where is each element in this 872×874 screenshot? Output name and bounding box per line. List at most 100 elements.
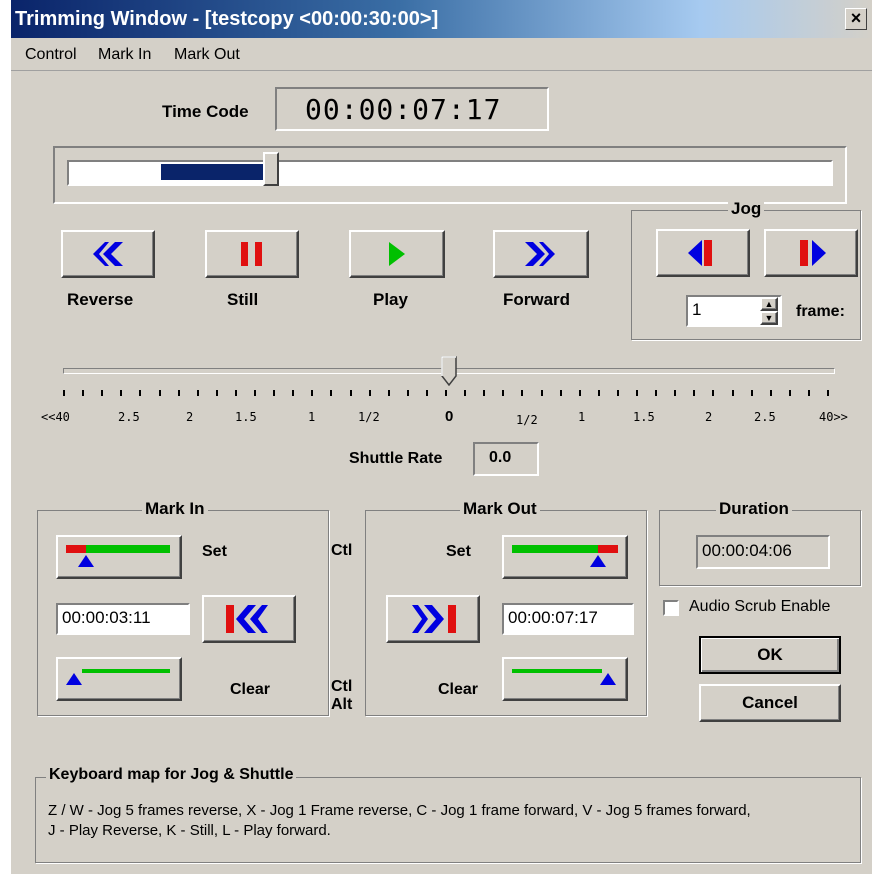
shuttle-tick [139,390,141,396]
dialog-body: Time Code 00:00:07:17 Reverse Still Play… [11,72,872,874]
shuttle-tick [254,390,256,396]
mark-in-timecode-value: 00:00:03:11 [62,608,151,627]
jog-frames-value: 1 [692,300,702,319]
jog-back-button[interactable] [656,229,750,277]
shuttle-rate-label: Shuttle Rate [349,450,443,467]
ok-button[interactable]: OK [699,636,841,674]
scale-label: 1 [578,410,586,424]
shuttle-slider-thumb[interactable] [441,356,457,387]
go-to-mark-in-button[interactable] [202,595,296,643]
position-slider-fill [161,164,263,180]
menu-mark-out[interactable]: Mark Out [174,46,240,64]
shuttle-tick [159,390,161,396]
cancel-label: Cancel [742,693,798,712]
audio-scrub-checkbox[interactable] [663,600,679,616]
scale-label: 0 [445,408,454,425]
scale-label: 1.5 [633,410,655,424]
scale-label: 2 [186,410,194,424]
shuttle-tick [770,390,772,396]
trimming-window: Trimming Window - [testcopy <00:00:30:00… [10,0,872,874]
shuttle-tick [311,390,313,396]
spin-down-icon[interactable]: ▼ [760,311,778,325]
ctl-label: Ctl [331,542,353,559]
shuttle-tick [464,390,466,396]
shuttle-tick [808,390,810,396]
spin-up-icon[interactable]: ▲ [760,297,778,311]
mark-out-set-button[interactable] [502,535,628,579]
shuttle-ticks [63,390,833,398]
play-icon [389,242,405,266]
shuttle-tick [426,390,428,396]
shuttle-tick [541,390,543,396]
shuttle-tick [674,390,676,396]
shuttle-tick [273,390,275,396]
shuttle-tick [82,390,84,396]
shuttle-rate-display: 0.0 [473,442,539,476]
scale-label: 2.5 [118,410,140,424]
go-to-mark-in-icon [226,605,268,633]
reverse-button[interactable] [61,230,155,278]
shuttle-tick [655,390,657,396]
shuttle-tick [388,390,390,396]
duration-group: Duration 00:00:04:06 [659,499,861,586]
play-button[interactable] [349,230,445,278]
window-title: Trimming Window - [testcopy <00:00:30:00… [15,8,439,30]
scale-label: 1/2 [516,413,538,427]
mark-in-clear-label: Clear [230,681,271,698]
menu-mark-in[interactable]: Mark In [98,46,151,64]
shuttle-tick [101,390,103,396]
mark-in-clear-button[interactable] [56,657,182,701]
shuttle-tick [369,390,371,396]
shuttle-tick [445,390,447,396]
audio-scrub-label[interactable]: Audio Scrub Enable [689,598,830,616]
close-button[interactable]: × [845,8,867,30]
shuttle-tick [350,390,352,396]
mark-out-clear-button[interactable] [502,657,628,701]
jog-group: Jog 1 ▲ ▼ frame: [631,199,861,340]
position-slider-thumb[interactable] [263,152,279,186]
title-bar[interactable]: Trimming Window - [testcopy <00:00:30:00… [11,0,872,38]
still-button[interactable] [205,230,299,278]
scale-label: 2.5 [754,410,776,424]
shuttle-tick [732,390,734,396]
cancel-button[interactable]: Cancel [699,684,841,722]
scale-label: 1/2 [358,410,380,424]
still-label: Still [227,290,259,309]
timecode-label: Time Code [162,102,249,121]
mark-in-set-label: Set [202,543,227,560]
mark-out-title: Mark Out [460,499,540,519]
scale-label: 2 [705,410,713,424]
shuttle-tick [617,390,619,396]
ok-label: OK [757,645,783,664]
menu-control[interactable]: Control [25,46,77,64]
mark-out-clear-label: Clear [438,681,479,698]
forward-button[interactable] [493,230,589,278]
position-slider-track[interactable] [67,152,833,186]
scale-label: <<40 [41,410,70,424]
shuttle-tick [712,390,714,396]
go-to-mark-out-icon [412,605,456,633]
position-slider-frame [53,146,847,204]
reverse-icon [93,242,123,266]
go-to-mark-out-button[interactable] [386,595,480,643]
jog-frames-spinner[interactable]: ▲ ▼ [760,297,778,325]
jog-title: Jog [728,199,765,219]
jog-forward-button[interactable] [764,229,858,277]
keyboard-map-group: Keyboard map for Jog & Shuttle Z / W - J… [35,766,861,863]
shuttle-tick [483,390,485,396]
shuttle-tick [693,390,695,396]
mark-in-set-button[interactable] [56,535,182,579]
shuttle-tick [789,390,791,396]
jog-back-icon [688,240,712,266]
keyboard-map-line-2: J - Play Reverse, K - Still, L - Play fo… [48,822,331,839]
forward-label: Forward [503,290,571,309]
mark-in-title: Mark In [142,499,208,519]
mark-in-group: Mark In Set 00:00:03:11 Clear [37,499,329,716]
shuttle-tick [120,390,122,396]
shuttle-tick [178,390,180,396]
shuttle-tick [598,390,600,396]
duration-title: Duration [716,499,792,519]
slider-thumb-icon [441,356,457,387]
shuttle-rate-value: 0.0 [489,449,512,466]
mark-out-timecode: 00:00:07:17 [502,603,634,635]
